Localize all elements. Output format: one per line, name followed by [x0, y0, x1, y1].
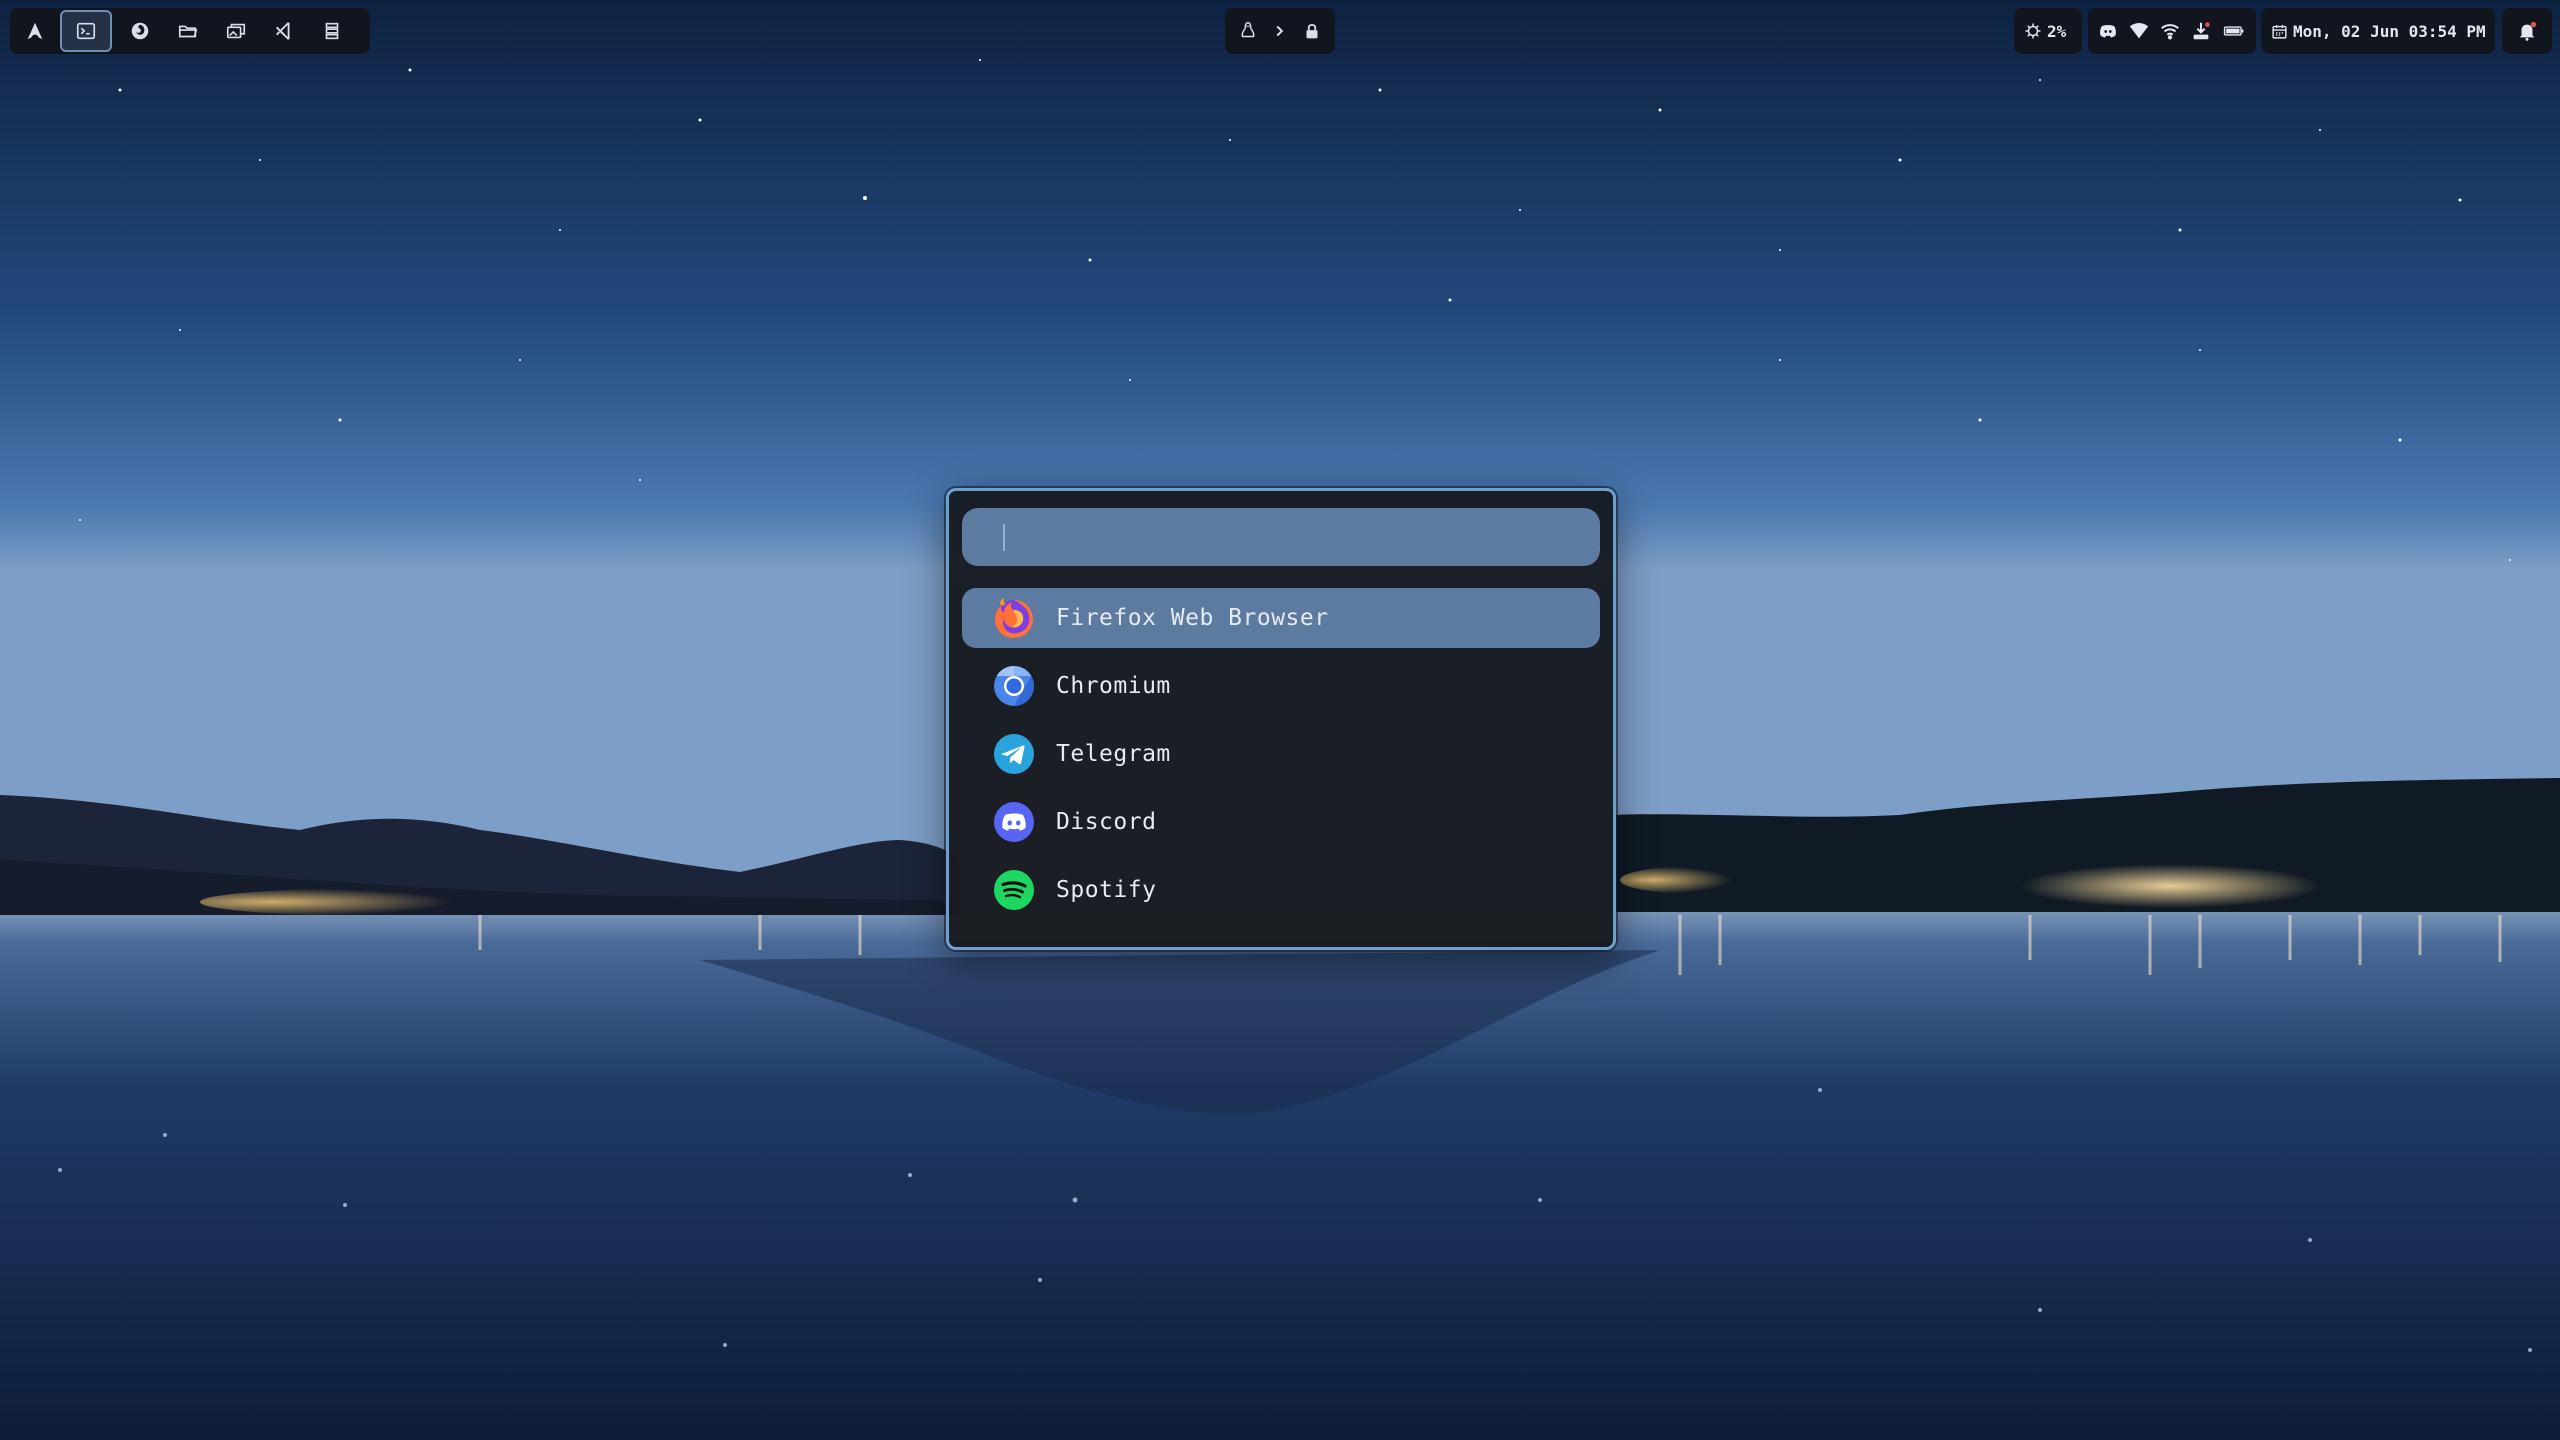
terminal-icon[interactable] — [60, 10, 112, 52]
launcher-item-spotify[interactable]: Spotify — [962, 860, 1600, 920]
launcher-item-label: Chromium — [1056, 673, 1171, 699]
notifications-widget[interactable] — [2502, 8, 2552, 54]
telegram-icon — [992, 732, 1036, 776]
folder-icon[interactable] — [168, 12, 208, 50]
launcher-item-label: Spotify — [1056, 877, 1157, 903]
discord-icon — [992, 800, 1036, 844]
chromium-icon — [992, 664, 1036, 708]
cpu-usage: 2% — [2047, 21, 2067, 41]
spotify-icon — [992, 868, 1036, 912]
screenshot-gallery-icon[interactable] — [216, 12, 256, 50]
launcher-item-telegram[interactable]: Telegram — [962, 724, 1600, 784]
launcher-item-label: Firefox Web Browser — [1056, 605, 1329, 631]
launcher-item-label: Discord — [1056, 809, 1157, 835]
arch-logo-icon[interactable] — [18, 12, 52, 50]
taskbar-center — [1225, 8, 1335, 54]
discord-icon[interactable] — [2096, 12, 2120, 50]
clock-text: Mon, 02 Jun 03:54 PM — [2293, 21, 2486, 41]
wifi-icon[interactable] — [2158, 12, 2182, 50]
cpu-widget[interactable]: 2% — [2014, 8, 2082, 54]
clock-widget[interactable]: Mon, 02 Jun 03:54 PM — [2261, 8, 2495, 54]
firefox-icon[interactable] — [120, 12, 160, 50]
taskbar-left — [10, 8, 370, 54]
launcher-item-chromium[interactable]: Chromium — [962, 656, 1600, 716]
list-icon[interactable] — [312, 12, 352, 50]
app-launcher: Firefox Web Browser Chromium Telegram Di… — [946, 488, 1616, 950]
cpu-icon — [2024, 22, 2042, 40]
wifi-signal-icon[interactable] — [2127, 12, 2151, 50]
vscode-icon[interactable] — [264, 12, 304, 50]
text-caret — [1003, 524, 1005, 551]
calendar-icon — [2271, 23, 2288, 40]
search-box[interactable] — [962, 508, 1600, 566]
bell-icon — [2516, 20, 2538, 42]
firefox-icon — [992, 596, 1036, 640]
chevron-right-icon[interactable] — [1266, 12, 1294, 50]
system-tray — [2088, 8, 2256, 54]
launcher-item-firefox[interactable]: Firefox Web Browser — [962, 588, 1600, 648]
search-input[interactable] — [1002, 523, 1566, 551]
launcher-item-label: Telegram — [1056, 741, 1171, 767]
linux-penguin-icon[interactable] — [1234, 12, 1262, 50]
launcher-item-discord[interactable]: Discord — [962, 792, 1600, 852]
download-icon[interactable] — [2189, 12, 2213, 50]
battery-icon[interactable] — [2220, 12, 2248, 50]
lock-icon[interactable] — [1298, 12, 1326, 50]
